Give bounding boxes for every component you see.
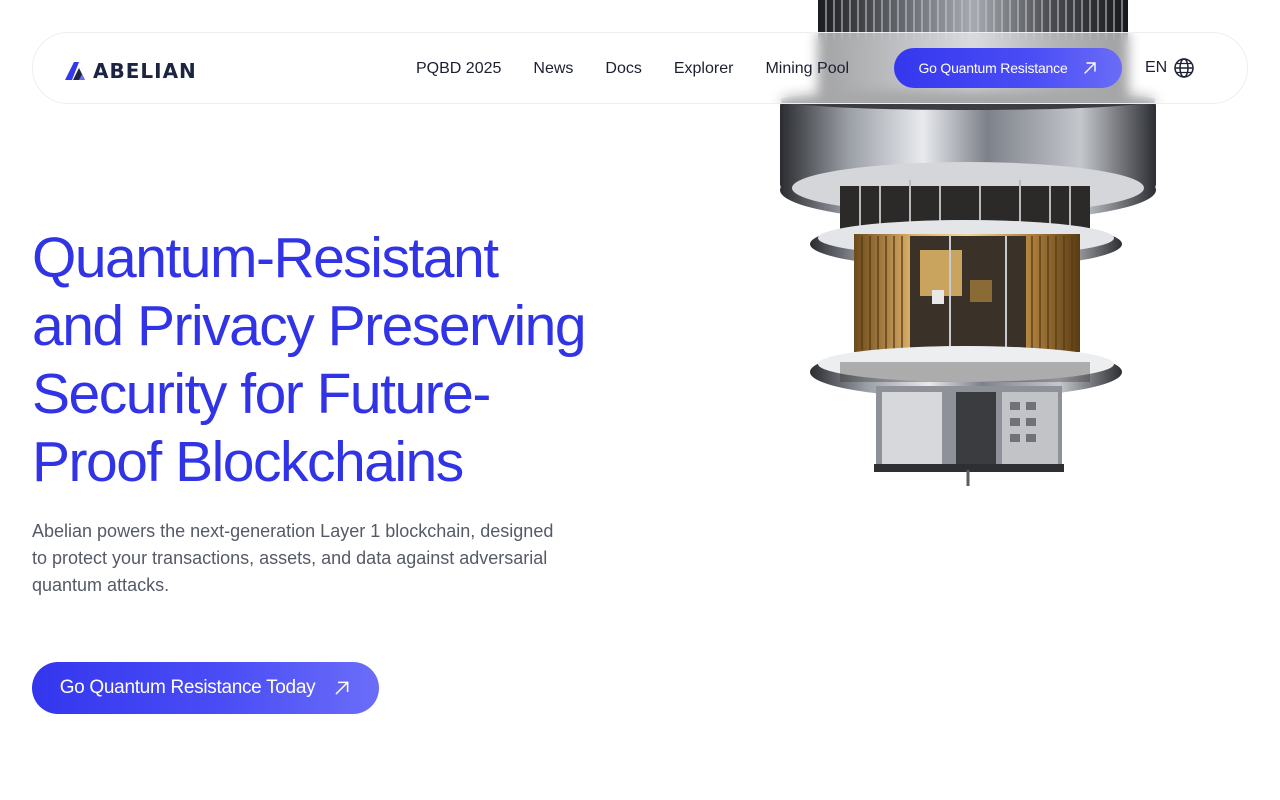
hero-cta-label: Go Quantum Resistance Today	[59, 677, 316, 698]
hero-description-line: Abelian powers the next-generation Layer…	[32, 521, 554, 541]
top-navbar: ABELIAN PQBD 2025 News Docs Explorer Min…	[32, 32, 1248, 104]
arrow-up-right-icon	[1083, 62, 1096, 74]
brand-name: ABELIAN	[93, 59, 197, 83]
nav-go-quantum-button[interactable]: Go Quantum Resistance	[894, 48, 1122, 88]
nav-link-pqbd[interactable]: PQBD 2025	[416, 60, 501, 78]
nav-link-mining-pool[interactable]: Mining Pool	[765, 60, 849, 78]
language-selector[interactable]: EN	[1145, 57, 1195, 79]
hero-description: Abelian powers the next-generation Layer…	[32, 518, 592, 599]
hero-description-line: to protect your transactions, assets, an…	[32, 548, 548, 568]
nav-link-explorer[interactable]: Explorer	[674, 60, 734, 78]
arrow-up-right-icon	[335, 681, 349, 695]
abelian-logo-icon	[65, 62, 85, 80]
hero-title-line: Proof Blockchains	[32, 430, 464, 494]
hero-title-line: and Privacy Preserving	[32, 294, 587, 358]
brand-logo[interactable]: ABELIAN	[65, 61, 197, 81]
nav-links: PQBD 2025 News Docs Explorer Mining Pool	[416, 33, 849, 105]
hero-title: Quantum-Resistant and Privacy Preserving…	[32, 224, 632, 496]
hero-title-line: Security for Future-	[32, 362, 491, 426]
hero-description-line: quantum attacks.	[32, 575, 170, 595]
nav-link-docs[interactable]: Docs	[605, 60, 641, 78]
page: ABELIAN PQBD 2025 News Docs Explorer Min…	[0, 0, 1280, 800]
hero-title-line: Quantum-Resistant	[32, 226, 499, 290]
nav-cta-label: Go Quantum Resistance	[918, 60, 1068, 76]
nav-link-news[interactable]: News	[533, 60, 573, 78]
globe-icon	[1174, 58, 1194, 78]
language-label: EN	[1145, 59, 1168, 76]
hero-go-quantum-button[interactable]: Go Quantum Resistance Today	[32, 662, 379, 714]
